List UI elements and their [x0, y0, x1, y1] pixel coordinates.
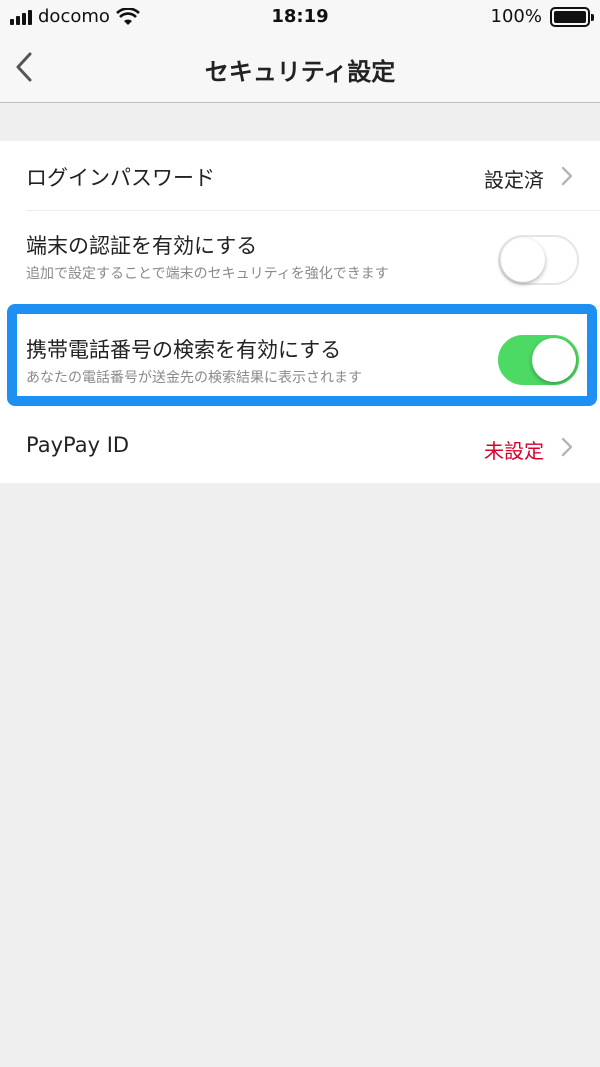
- login-password-status: 設定済: [484, 168, 544, 192]
- battery-icon: [550, 6, 594, 27]
- chevron-right-icon: [561, 437, 573, 457]
- phone-search-label: 携帯電話番号の検索を有効にする: [26, 338, 342, 362]
- paypay-id-status: 未設定: [484, 439, 544, 463]
- page-title: セキュリティ設定: [204, 58, 396, 86]
- phone-search-row: 携帯電話番号の検索を有効にする あなたの電話番号が送金先の検索結果に表示されます: [0, 307, 600, 413]
- device-auth-toggle[interactable]: [498, 235, 579, 285]
- settings-list: ログインパスワード 設定済 端末の認証を有効にする 追加で設定することで端末のセ…: [0, 141, 600, 483]
- status-right: 100%: [490, 6, 594, 27]
- device-auth-row: 端末の認証を有効にする 追加で設定することで端末のセキュリティを強化できます: [0, 211, 600, 307]
- paypay-id-row[interactable]: PayPay ID 未設定: [0, 413, 600, 483]
- phone-search-description: あなたの電話番号が送金先の検索結果に表示されます: [26, 370, 362, 386]
- chevron-right-icon: [561, 166, 573, 186]
- login-password-label: ログインパスワード: [26, 166, 215, 190]
- status-bar: docomo 18:19 100%: [0, 0, 600, 34]
- phone-search-toggle[interactable]: [498, 335, 579, 385]
- paypay-id-label: PayPay ID: [26, 433, 130, 457]
- battery-percent: 100%: [490, 6, 542, 27]
- navigation-bar: セキュリティ設定: [0, 34, 600, 103]
- device-auth-label: 端末の認証を有効にする: [26, 234, 258, 258]
- device-auth-description: 追加で設定することで端末のセキュリティを強化できます: [26, 266, 389, 282]
- login-password-row[interactable]: ログインパスワード 設定済: [0, 141, 600, 211]
